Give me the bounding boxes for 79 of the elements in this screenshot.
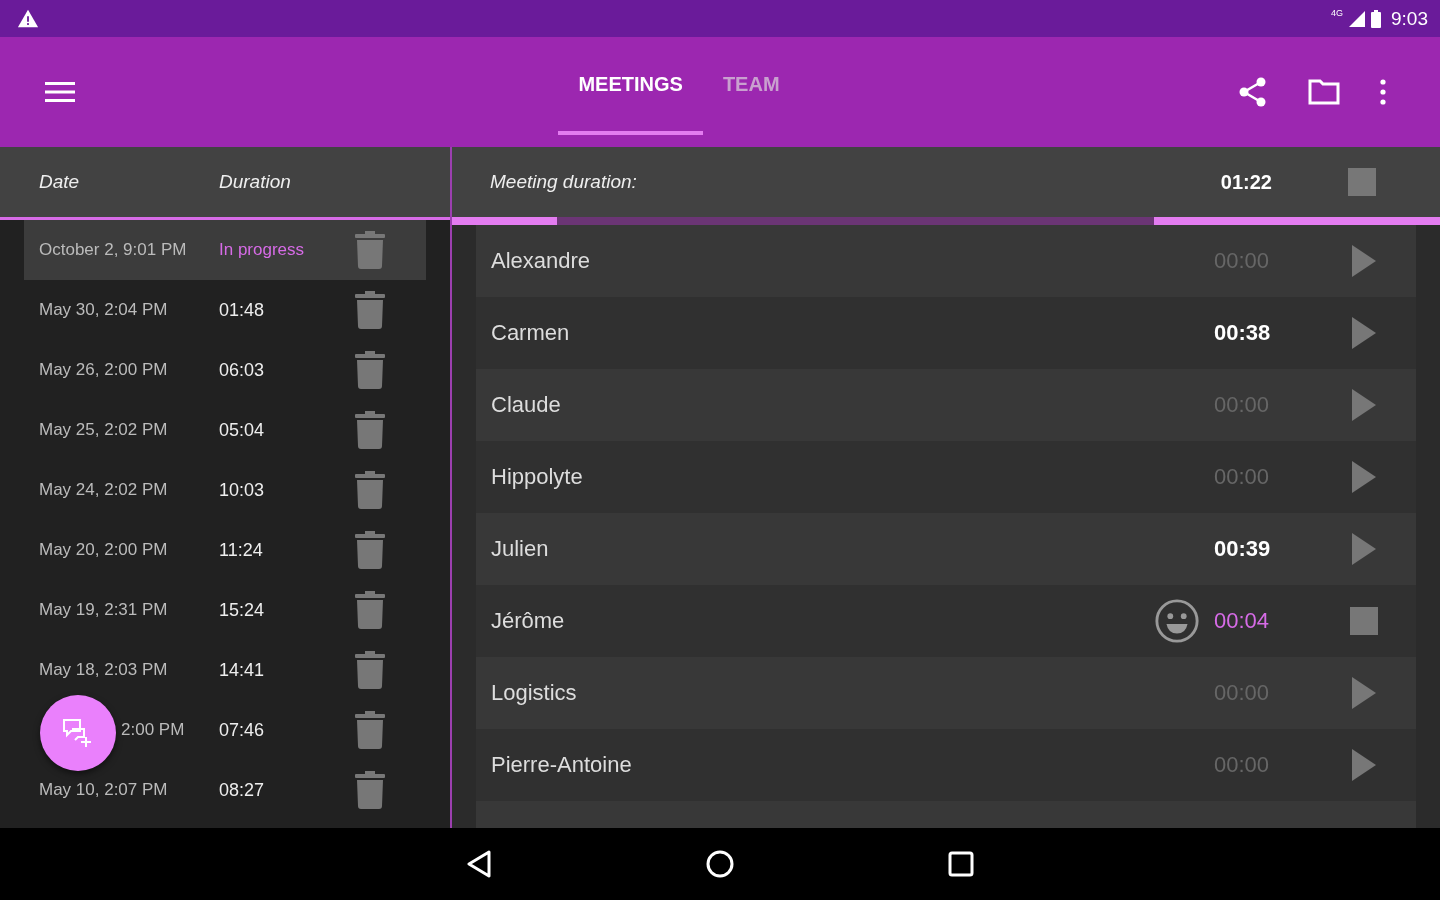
meeting-duration-label: Meeting duration: bbox=[490, 171, 638, 193]
play-icon[interactable] bbox=[1350, 749, 1378, 781]
meeting-row[interactable]: 2:00 PM 07:46 bbox=[24, 700, 426, 760]
meeting-date: May 18, 2:03 PM bbox=[38, 660, 169, 680]
delete-icon[interactable] bbox=[355, 231, 385, 269]
delete-icon[interactable] bbox=[355, 711, 385, 749]
meeting-date: May 26, 2:00 PM bbox=[38, 360, 169, 380]
meeting-duration: In progress bbox=[219, 240, 306, 260]
folder-icon[interactable] bbox=[1308, 79, 1340, 105]
meeting-duration: 05:04 bbox=[219, 419, 266, 441]
more-icon[interactable] bbox=[1380, 79, 1386, 105]
meeting-duration: 11:24 bbox=[219, 539, 264, 561]
participant-row[interactable]: Julien 00:39 bbox=[476, 513, 1416, 585]
play-icon[interactable] bbox=[1350, 245, 1378, 277]
participant-time: 00:39 bbox=[1214, 536, 1272, 562]
meeting-row[interactable]: May 18, 2:03 PM 14:41 bbox=[24, 640, 426, 700]
meeting-row[interactable]: May 25, 2:02 PM 05:04 bbox=[24, 400, 426, 460]
network-type: 4G bbox=[1331, 8, 1343, 18]
meeting-row[interactable]: May 20, 2:00 PM 11:24 bbox=[24, 520, 426, 580]
participant-name: Jérôme bbox=[491, 608, 566, 634]
play-icon[interactable] bbox=[1350, 461, 1378, 493]
clock: 9:03 bbox=[1391, 7, 1428, 30]
meeting-date: May 30, 2:04 PM bbox=[38, 300, 169, 320]
meeting-date: May 20, 2:00 PM bbox=[38, 540, 169, 560]
meeting-duration: 06:03 bbox=[219, 359, 266, 381]
delete-icon[interactable] bbox=[355, 411, 385, 449]
back-icon[interactable] bbox=[466, 850, 492, 878]
participant-name: Logistics bbox=[491, 680, 578, 706]
home-icon[interactable] bbox=[706, 850, 734, 878]
meeting-row[interactable]: May 24, 2:02 PM 10:03 bbox=[24, 460, 426, 520]
meeting-duration: 15:24 bbox=[219, 599, 266, 621]
smiley-icon bbox=[1154, 598, 1200, 644]
meeting-row[interactable]: May 30, 2:04 PM 01:48 bbox=[24, 280, 426, 340]
column-header: Date bbox=[38, 171, 81, 193]
meeting-duration: 01:48 bbox=[219, 299, 266, 321]
meeting-row[interactable]: May 19, 2:31 PM 15:24 bbox=[24, 580, 426, 640]
delete-icon[interactable] bbox=[355, 291, 385, 329]
meeting-row[interactable]: October 2, 9:01 PM In progress bbox=[24, 220, 426, 280]
participant-row[interactable]: Jérôme 00:04 bbox=[476, 585, 1416, 657]
signal-icon bbox=[1349, 10, 1365, 27]
participant-row[interactable]: Carmen 00:38 bbox=[476, 297, 1416, 369]
meeting-row[interactable]: May 26, 2:00 PM 06:03 bbox=[24, 340, 426, 400]
meeting-date: 2:00 PM bbox=[121, 720, 186, 740]
share-icon[interactable] bbox=[1238, 77, 1268, 107]
tab[interactable]: MEETINGS bbox=[558, 37, 703, 135]
column-header: Duration bbox=[219, 171, 292, 193]
meeting-duration: 08:27 bbox=[219, 779, 266, 801]
delete-icon[interactable] bbox=[355, 771, 385, 809]
delete-icon[interactable] bbox=[355, 531, 385, 569]
meeting-date: May 24, 2:02 PM bbox=[38, 480, 169, 500]
participant-name: Pierre-Antoine bbox=[491, 752, 633, 778]
delete-icon[interactable] bbox=[355, 591, 385, 629]
participant-name: Alexandre bbox=[491, 248, 592, 274]
delete-icon[interactable] bbox=[355, 471, 385, 509]
participant-name: Carmen bbox=[491, 320, 571, 346]
delete-icon[interactable] bbox=[355, 351, 385, 389]
menu-icon[interactable] bbox=[45, 81, 75, 103]
meeting-duration: 10:03 bbox=[219, 479, 266, 501]
play-icon[interactable] bbox=[1350, 317, 1378, 349]
participant-time: 00:38 bbox=[1214, 320, 1272, 346]
participant-name: Claude bbox=[491, 392, 562, 418]
participant-name: Hippolyte bbox=[491, 464, 584, 490]
delete-icon[interactable] bbox=[355, 651, 385, 689]
meeting-date: May 10, 2:07 PM bbox=[38, 780, 169, 800]
meeting-date: May 19, 2:31 PM bbox=[38, 600, 169, 620]
recents-icon[interactable] bbox=[948, 851, 974, 877]
battery-icon bbox=[1371, 9, 1381, 28]
meeting-row[interactable]: May 10, 2:07 PM 08:27 bbox=[24, 760, 426, 820]
participant-time: 00:04 bbox=[1214, 608, 1271, 634]
participant-name: Julien bbox=[491, 536, 550, 562]
add-chat-icon bbox=[62, 717, 94, 749]
meeting-date: May 25, 2:02 PM bbox=[38, 420, 169, 440]
meeting-date: October 2, 9:01 PM bbox=[38, 240, 188, 260]
play-icon[interactable] bbox=[1350, 533, 1378, 565]
meeting-duration: 01:22 bbox=[1220, 170, 1272, 194]
meeting-duration: 14:41 bbox=[219, 659, 266, 681]
play-icon[interactable] bbox=[1350, 389, 1378, 421]
play-icon[interactable] bbox=[1350, 677, 1378, 709]
meeting-duration: 07:46 bbox=[219, 719, 266, 741]
